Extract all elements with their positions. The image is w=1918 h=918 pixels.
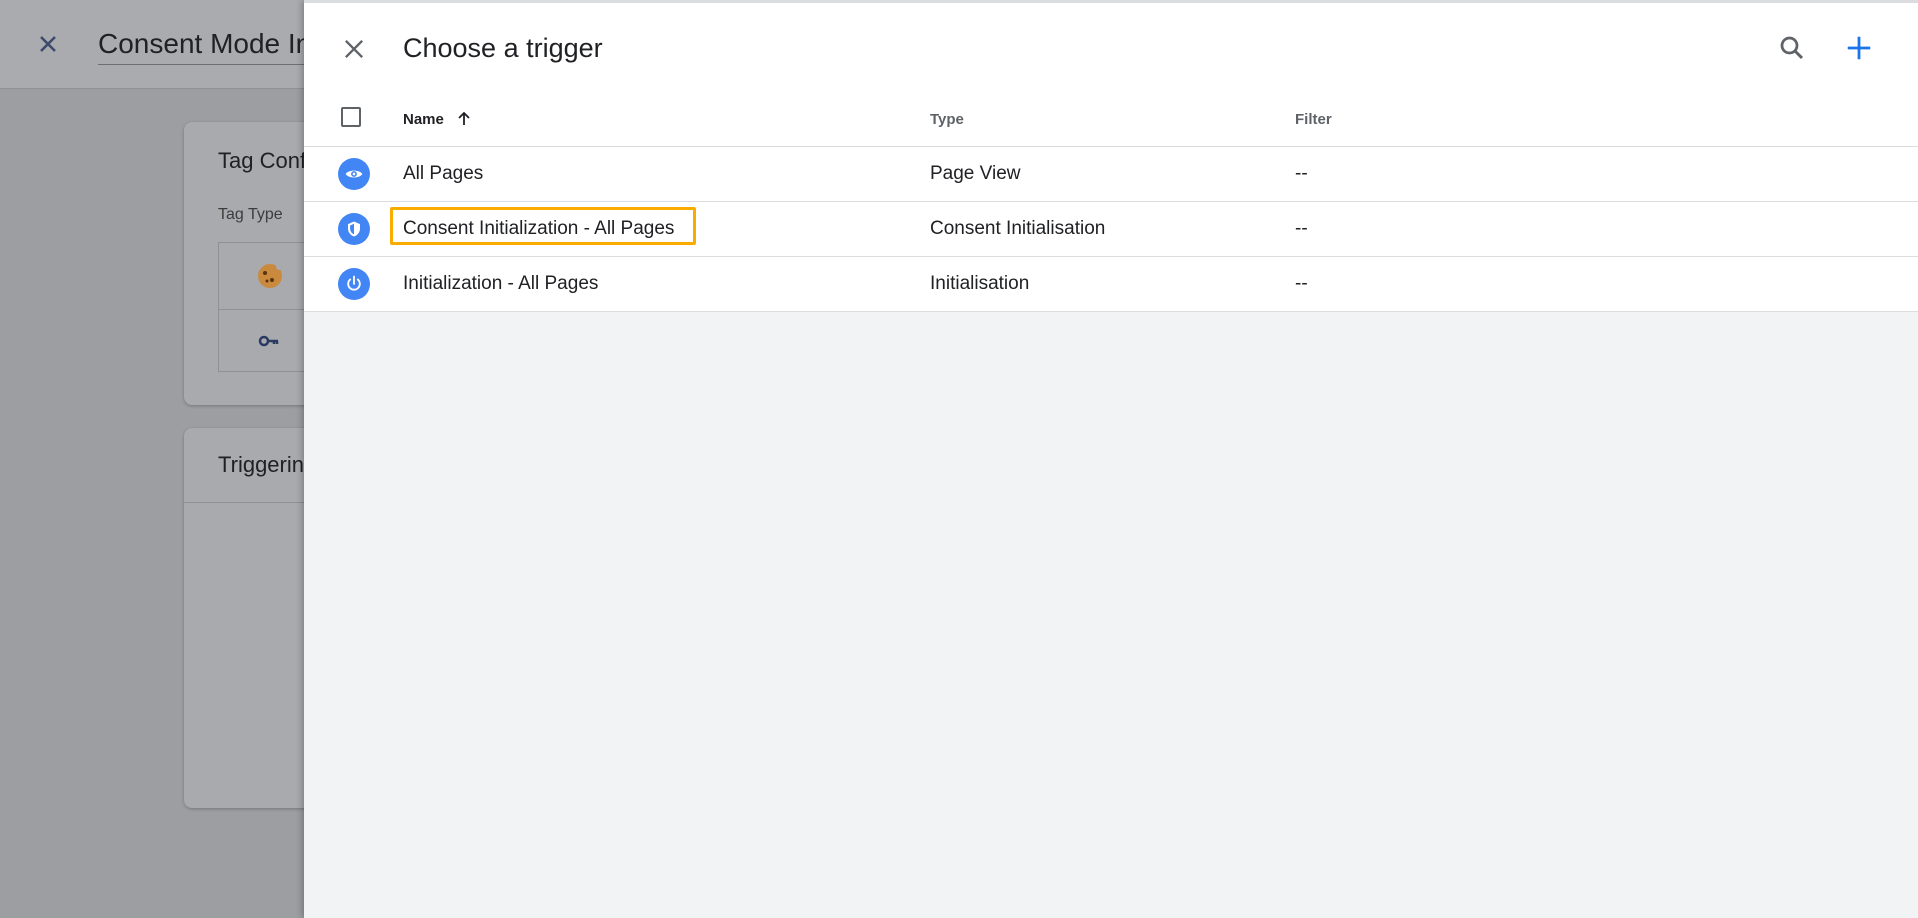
panel-title: Choose a trigger [403, 33, 603, 63]
trigger-name: All Pages [403, 163, 484, 184]
search-icon[interactable] [1777, 33, 1807, 63]
shield-icon [338, 213, 370, 245]
tag-type-label: Tag Type [218, 206, 283, 223]
close-icon[interactable] [340, 35, 368, 63]
trigger-type: Page View [930, 163, 1021, 184]
trigger-table: Name Type Filter All Pages Page View -- [304, 87, 1918, 312]
select-all-checkbox[interactable] [341, 107, 361, 127]
trigger-type: Initialisation [930, 273, 1030, 294]
cookie-icon [258, 264, 282, 288]
trigger-filter: -- [1295, 218, 1308, 239]
choose-trigger-panel: Choose a trigger Name Type Filter All Pa… [304, 0, 1918, 918]
close-icon[interactable] [34, 30, 62, 58]
table-row[interactable]: Initialization - All Pages Initialisatio… [304, 257, 1918, 312]
card-title: Triggerin [218, 452, 304, 477]
column-header-filter: Filter [1295, 111, 1332, 128]
table-header: Name Type Filter [304, 87, 1918, 147]
key-icon [258, 335, 279, 347]
add-icon[interactable] [1844, 33, 1874, 63]
card-title: Tag Conf [218, 148, 307, 173]
column-header-name[interactable]: Name [403, 111, 444, 128]
column-header-type: Type [930, 111, 964, 128]
trigger-name: Initialization - All Pages [403, 273, 599, 294]
table-row[interactable]: All Pages Page View -- [304, 147, 1918, 202]
arrow-up-icon[interactable] [454, 109, 474, 129]
panel-header: Choose a trigger [304, 3, 1918, 87]
table-row[interactable]: Consent Initialization - All Pages Conse… [304, 202, 1918, 257]
trigger-filter: -- [1295, 273, 1308, 294]
power-icon [338, 268, 370, 300]
trigger-type: Consent Initialisation [930, 218, 1106, 239]
eye-icon [338, 158, 370, 190]
trigger-name: Consent Initialization - All Pages [403, 218, 675, 239]
trigger-filter: -- [1295, 163, 1308, 184]
